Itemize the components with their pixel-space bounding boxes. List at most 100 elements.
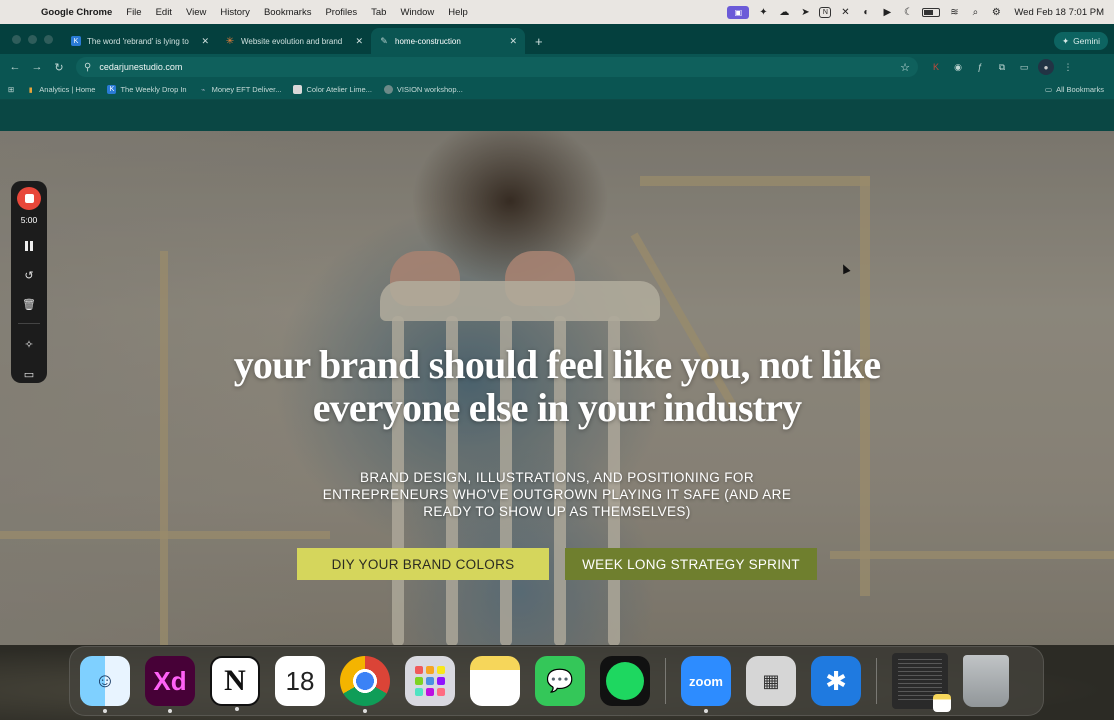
play-circle-icon[interactable]: ▶ [880, 6, 894, 19]
menu-window[interactable]: Window [393, 7, 441, 18]
camera-toggle-button[interactable]: ▭ [17, 366, 41, 383]
globe-icon [383, 85, 393, 94]
script-extension-icon[interactable]: ƒ [972, 59, 988, 75]
search-icon[interactable]: ⌕ [968, 6, 982, 19]
url-text[interactable]: cedarjunestudio.com [99, 62, 892, 72]
forward-arrow-icon[interactable]: → [28, 58, 46, 76]
profile-avatar[interactable]: ● [1038, 59, 1054, 75]
notion-app-icon[interactable]: N [210, 656, 260, 711]
n-box-icon[interactable]: N [819, 6, 832, 18]
chrome-tab-strip: K The word 'rebrand' is lying to ✕ ✳ Web… [0, 24, 1114, 54]
new-tab-icon[interactable]: + [525, 28, 553, 54]
zoom-app-icon[interactable]: zoom [681, 656, 731, 713]
gear-app-icon[interactable]: ✱ [811, 656, 861, 706]
menu-app-name[interactable]: Google Chrome [34, 7, 119, 18]
menu-profiles[interactable]: Profiles [318, 7, 364, 18]
menu-bookmarks[interactable]: Bookmarks [257, 7, 319, 18]
k-icon: K [107, 85, 117, 94]
close-tab-icon[interactable]: ✕ [355, 36, 363, 47]
close-window-button[interactable] [12, 34, 21, 44]
hero-section: your brand should feel like you, not lik… [0, 131, 1114, 645]
camera-extension-icon[interactable]: ◉ [950, 59, 966, 75]
tools-icon[interactable]: ✕ [838, 6, 852, 19]
macos-dock: ☺ Xd N 18 💬 zoom ▦ ✱ [69, 646, 1044, 716]
calculator-app-icon[interactable]: ▦ [746, 656, 796, 706]
bookmark-star-icon[interactable]: ☆ [900, 61, 910, 74]
recent-document-stack[interactable] [892, 653, 951, 712]
chrome-app-icon[interactable] [340, 656, 390, 713]
tab-title: Website evolution and brand [241, 36, 343, 46]
zoom-window-button[interactable] [44, 34, 53, 44]
close-tab-icon[interactable]: ✕ [201, 36, 209, 47]
calendar-app-icon[interactable]: 18 [275, 656, 325, 706]
all-bookmarks-button[interactable]: ▭ All Bookmarks [1045, 85, 1114, 94]
notes-app-icon[interactable] [470, 656, 520, 706]
finder-app-icon[interactable]: ☺ [80, 656, 130, 713]
side-panel-icon[interactable]: ▭ [1016, 59, 1032, 75]
bookmark-label: Analytics | Home [39, 85, 96, 94]
menu-help[interactable]: Help [441, 7, 475, 18]
back-arrow-icon[interactable]: ← [6, 58, 24, 76]
reload-icon[interactable]: ↻ [50, 58, 68, 76]
bookmark-label: VISION workshop... [396, 85, 463, 94]
menu-file[interactable]: File [119, 7, 148, 18]
delete-recording-button[interactable]: 🗑 [17, 296, 41, 313]
pause-recording-button[interactable] [17, 237, 41, 254]
gemini-button[interactable]: ✦ Gemini [1053, 32, 1108, 50]
menu-view[interactable]: View [179, 7, 213, 18]
bookmark-label: Color Atelier Lime... [306, 85, 372, 94]
adobe-xd-app-icon[interactable]: Xd [145, 656, 195, 713]
apps-grid-icon[interactable]: ⊞ [8, 85, 14, 94]
cloud-sync-icon[interactable]: ☁ [777, 6, 791, 19]
bookmark-vision-workshop[interactable]: VISION workshop... [383, 85, 463, 94]
kebab-menu-icon[interactable]: ⋮ [1060, 59, 1076, 75]
bookmark-color-atelier[interactable]: Color Atelier Lime... [293, 85, 372, 94]
trash-icon[interactable] [963, 655, 1009, 707]
macos-menu-bar: Google Chrome File Edit View History Boo… [0, 0, 1114, 24]
close-tab-icon[interactable]: ✕ [509, 36, 517, 47]
screen-record-icon[interactable]: ▣ [727, 5, 750, 19]
dock-divider [665, 658, 666, 704]
dark-mode-icon[interactable]: ☾ [901, 6, 915, 19]
bookmark-analytics[interactable]: ▮ Analytics | Home [26, 85, 96, 94]
subhead-line: ENTREPRENEURS WHO'VE OUTGROWN PLAYING IT… [322, 487, 792, 502]
dropbox-icon[interactable]: ✦ [756, 6, 770, 19]
wifi-icon[interactable]: ≋ [947, 6, 961, 19]
bookmark-weekly-drop-in[interactable]: K The Weekly Drop In [107, 85, 187, 94]
tab-rebrand-article[interactable]: K The word 'rebrand' is lying to ✕ [63, 28, 217, 54]
zoom-label: zoom [689, 673, 723, 689]
stop-recording-button[interactable] [17, 187, 41, 211]
tab-website-evolution[interactable]: ✳ Website evolution and brand ✕ [217, 28, 371, 54]
bookmark-label: The Weekly Drop In [120, 85, 187, 94]
link-icon: ⌁ [200, 86, 206, 94]
extension-k-icon[interactable]: K [928, 59, 944, 75]
effects-button[interactable]: ✧ [17, 336, 41, 353]
notes-badge-icon [933, 694, 951, 712]
bookmark-money-eft[interactable]: ⌁ Money EFT Deliver... [199, 85, 282, 94]
restart-recording-button[interactable]: ↺ [17, 267, 41, 284]
extensions-row: K ◉ ƒ ⧉ ▭ ● ⋮ [928, 59, 1076, 75]
launchpad-app-icon[interactable] [405, 656, 455, 706]
menu-history[interactable]: History [213, 7, 257, 18]
moon-crescent-icon[interactable]: ◐ [859, 6, 873, 19]
hero-headline: your brand should feel like you, not lik… [217, 343, 897, 429]
control-center-icon[interactable]: ⚙ [989, 6, 1003, 19]
tab-home-construction[interactable]: ✎ home-construction ✕ [371, 28, 525, 54]
paper-plane-icon[interactable]: ➤ [798, 6, 812, 19]
minimize-window-button[interactable] [28, 34, 37, 44]
strategy-sprint-button[interactable]: WEEK LONG STRATEGY SPRINT [565, 548, 817, 580]
folder-icon: ▭ [1044, 85, 1053, 94]
gemini-label: Gemini [1073, 36, 1100, 46]
address-bar[interactable]: ⚲ cedarjunestudio.com ☆ [76, 57, 918, 77]
battery-icon[interactable] [922, 7, 941, 17]
spotify-app-icon[interactable] [600, 656, 650, 706]
diy-brand-colors-button[interactable]: DIY YOUR BRAND COLORS [297, 548, 549, 580]
menu-tab[interactable]: Tab [364, 7, 393, 18]
confetti-icon: ✧ [24, 339, 34, 352]
messages-app-icon[interactable]: 💬 [535, 656, 585, 706]
site-info-icon[interactable]: ⚲ [84, 62, 91, 73]
menu-clock[interactable]: Wed Feb 18 7:01 PM [1014, 7, 1104, 18]
menu-edit[interactable]: Edit [149, 7, 179, 18]
running-indicator [103, 709, 107, 713]
puzzle-extensions-icon[interactable]: ⧉ [994, 59, 1010, 75]
